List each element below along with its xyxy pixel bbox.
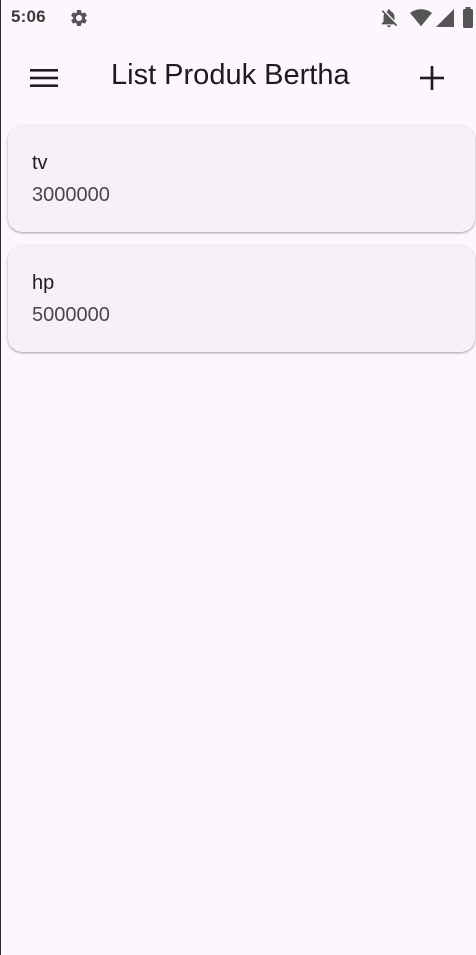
product-price: 3000000 <box>32 184 110 206</box>
product-name: tv <box>32 152 48 174</box>
cell-signal-icon <box>436 8 454 28</box>
page-title: List Produk Bertha <box>111 59 350 91</box>
status-time: 5:06 <box>11 7 46 26</box>
product-price: 5000000 <box>32 304 110 326</box>
battery-icon <box>462 7 474 29</box>
hamburger-menu-icon <box>30 69 58 87</box>
add-product-button[interactable] <box>408 54 456 102</box>
plus-icon <box>420 66 444 90</box>
app-bar: List Produk Bertha <box>1 46 476 110</box>
product-card[interactable]: hp 5000000 <box>8 246 475 352</box>
product-list: tv 3000000 hp 5000000 <box>8 126 475 366</box>
product-name: hp <box>32 272 55 294</box>
app-screen: 5:06 List Produk Bertha tv 3000000 hp 50… <box>0 0 476 955</box>
gear-icon <box>69 8 89 28</box>
notifications-off-icon <box>378 7 400 29</box>
status-icons <box>378 7 474 29</box>
status-bar: 5:06 <box>1 0 476 36</box>
product-card[interactable]: tv 3000000 <box>8 126 475 232</box>
menu-button[interactable] <box>20 54 68 102</box>
wifi-icon <box>410 8 432 28</box>
